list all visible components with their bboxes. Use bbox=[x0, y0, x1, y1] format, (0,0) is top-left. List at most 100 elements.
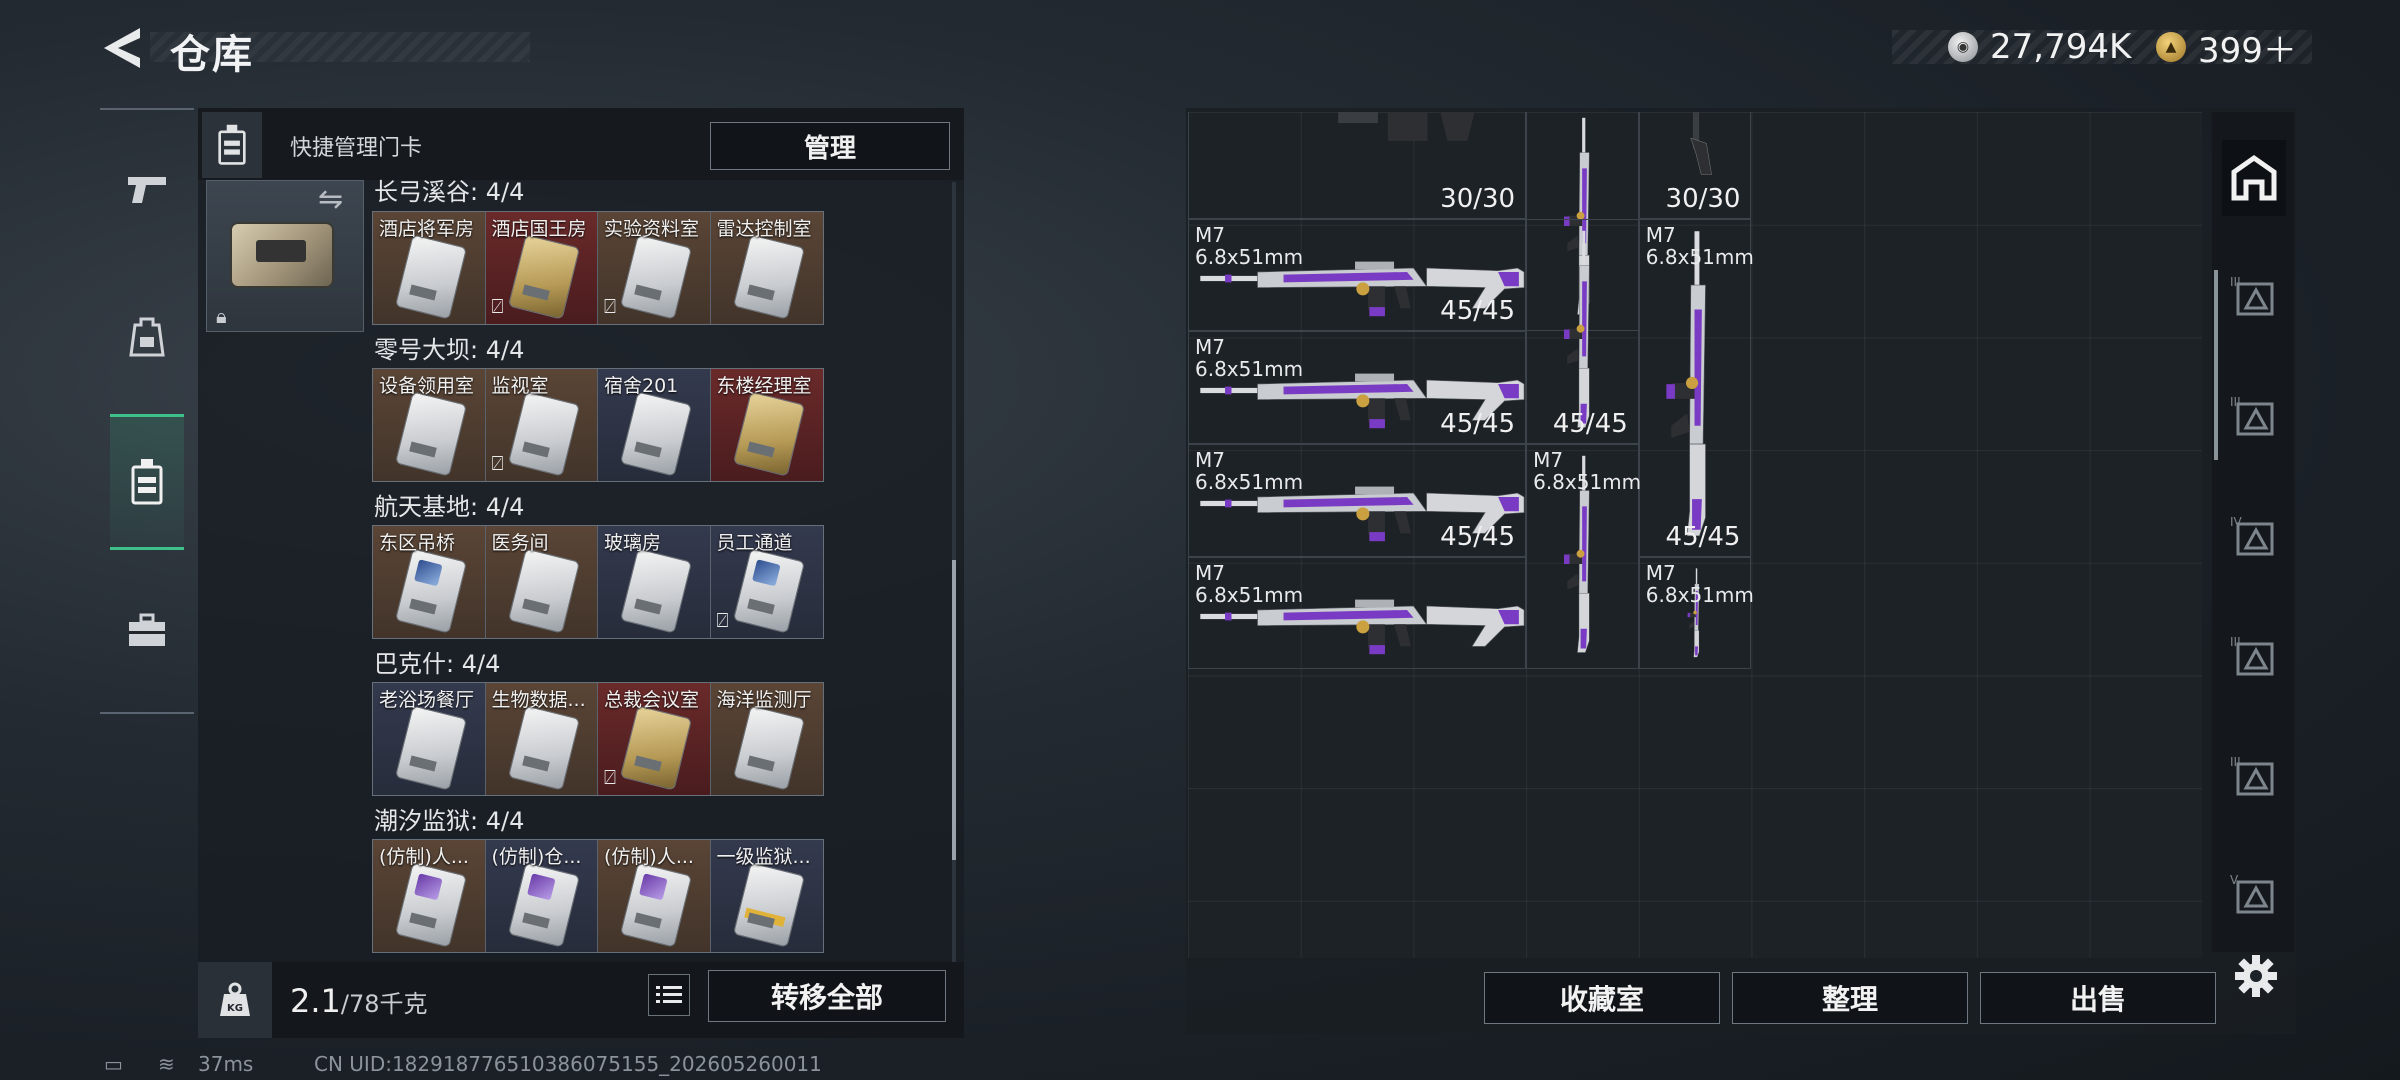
weight-readout: 2.1/78千克 bbox=[290, 982, 428, 1020]
stash-item[interactable]: M7 6.8x51mm 45/45 bbox=[1188, 218, 1527, 332]
rifle-stock-image bbox=[1690, 112, 1713, 175]
keycard-name: 员工通道 bbox=[716, 532, 793, 554]
list-icon bbox=[656, 986, 682, 1003]
keycard-slot[interactable]: 监视室 ⍁ bbox=[485, 369, 598, 481]
keycard-slot[interactable]: 玻璃房 bbox=[598, 526, 711, 638]
stash-item[interactable]: M7 6.8x51mm bbox=[1638, 556, 1754, 670]
sort-button[interactable]: 整理 bbox=[1732, 972, 1968, 1024]
keycard-name: 宿舍201 bbox=[604, 375, 679, 397]
manage-button[interactable]: 管理 bbox=[710, 122, 950, 170]
gold-currency-value: 399＋ bbox=[2198, 30, 2297, 71]
keycard-slot[interactable]: 一级监狱... bbox=[710, 840, 823, 952]
settings-gear-icon[interactable] bbox=[2232, 952, 2280, 1000]
keycard-image bbox=[732, 234, 805, 320]
keycard-slot[interactable]: 雷达控制室 bbox=[710, 212, 823, 324]
keycard-slot[interactable]: 老浴场餐厅 bbox=[373, 683, 486, 795]
keycard-image bbox=[732, 548, 805, 634]
unlinked-icon: ⍁ bbox=[716, 608, 729, 632]
tier-3-armor-icon: III bbox=[2230, 275, 2274, 316]
keycard-image bbox=[619, 862, 693, 948]
stash-item[interactable]: 45/45 bbox=[1526, 218, 1639, 445]
rifle-partial-image bbox=[1338, 112, 1475, 141]
transfer-all-button[interactable]: 转移全部 bbox=[708, 970, 946, 1022]
nav-backpack[interactable] bbox=[110, 290, 184, 384]
keycard-row: 东区吊桥 医务间 玻璃房 员工通道 ⍁ bbox=[372, 525, 824, 639]
list-view-button[interactable] bbox=[648, 974, 690, 1016]
unlinked-icon: ⍁ bbox=[604, 765, 616, 789]
silver-currency-value: 27,794K bbox=[1990, 27, 2132, 67]
keycard-image bbox=[619, 705, 693, 791]
ammo-count: 30/30 bbox=[1440, 183, 1516, 214]
keycard-slot[interactable]: (仿制)人... bbox=[373, 840, 486, 952]
page-title: 仓库 bbox=[170, 32, 254, 78]
lock-icon: 🔒︎ bbox=[216, 304, 227, 328]
stash-item[interactable]: M7 6.8x51mm 45/45 bbox=[1188, 444, 1527, 557]
category-tab[interactable]: III bbox=[2222, 738, 2286, 814]
nav-briefcase[interactable] bbox=[110, 584, 184, 678]
keycard-slot[interactable]: 海洋监测厅 bbox=[710, 683, 823, 795]
weight-icon: KG bbox=[198, 962, 272, 1038]
tier-4-vest-icon: IV bbox=[2230, 515, 2274, 556]
keycard-slot[interactable]: 东区吊桥 bbox=[373, 526, 486, 638]
ammo-count: 30/30 bbox=[1665, 183, 1741, 214]
rifle-image bbox=[1666, 230, 1706, 536]
keycard-slot[interactable]: (仿制)人... bbox=[598, 840, 711, 952]
keycard-holder-chip bbox=[256, 240, 306, 262]
keycard-slot[interactable]: 医务间 bbox=[485, 526, 598, 638]
category-tab[interactable]: IV bbox=[2222, 498, 2286, 574]
stash-item[interactable]: M7 6.8x51mm 45/45 bbox=[1188, 331, 1527, 445]
keycard-name: (仿制)人... bbox=[379, 846, 469, 868]
scrollbar-thumb[interactable] bbox=[952, 560, 956, 860]
back-arrow-icon[interactable] bbox=[100, 24, 146, 72]
keycard-name: (仿制)人... bbox=[604, 846, 694, 868]
keycard-slot[interactable]: (仿制)仓... bbox=[485, 840, 598, 952]
keycard-slot[interactable]: 东楼经理室 bbox=[710, 369, 823, 481]
keycard-name: (仿制)仓... bbox=[491, 846, 582, 868]
stash-item[interactable]: M7 6.8x51mm 45/45 bbox=[1638, 218, 1754, 557]
keycard-image bbox=[394, 391, 468, 477]
stash-item[interactable]: M7 6.8x51mm bbox=[1188, 556, 1527, 670]
ammo-count: 45/45 bbox=[1440, 521, 1516, 552]
keycard-image bbox=[507, 391, 580, 477]
keycard-name: 监视室 bbox=[491, 375, 549, 397]
category-tab[interactable]: V bbox=[2222, 856, 2286, 932]
stash-item[interactable]: M7 6.8x51mm bbox=[1526, 444, 1642, 670]
sell-button[interactable]: 出售 bbox=[1980, 972, 2216, 1024]
category-tab[interactable] bbox=[2222, 140, 2286, 216]
keycard-name: 酒店将军房 bbox=[379, 218, 475, 240]
item-label: M7 6.8x51mm bbox=[1533, 448, 1642, 495]
stash-item[interactable]: 30/30 bbox=[1638, 112, 1752, 219]
silver-currency[interactable]: ◉ 27,794K bbox=[1948, 24, 2131, 70]
category-tab[interactable]: III bbox=[2222, 258, 2286, 334]
category-tab[interactable]: III bbox=[2222, 378, 2286, 454]
ammo-count: 45/45 bbox=[1440, 409, 1516, 440]
tier-5-item-icon: V bbox=[2230, 873, 2274, 914]
nav-weapons[interactable] bbox=[110, 142, 184, 236]
keycard-slot[interactable]: 实验资料室 ⍁ bbox=[598, 212, 711, 324]
category-scrollbar[interactable] bbox=[2214, 270, 2218, 460]
keycard-slot[interactable]: 设备领用室 bbox=[373, 369, 486, 481]
stash-item[interactable]: 30/30 bbox=[1188, 112, 1527, 219]
tier-3-rig-icon: III bbox=[2230, 635, 2274, 676]
briefcase-icon bbox=[129, 613, 165, 646]
keycard-name: 设备领用室 bbox=[379, 375, 475, 397]
keycard-name: 医务间 bbox=[491, 532, 549, 554]
keycard-slot[interactable]: 员工通道 ⍁ bbox=[710, 526, 823, 638]
keycard-slot[interactable]: 宿舍201 bbox=[598, 369, 711, 481]
keycard-slot[interactable]: 生物数据... bbox=[485, 683, 598, 795]
swap-icon[interactable]: ⇋ bbox=[318, 182, 343, 217]
item-label: M7 6.8x51mm bbox=[1195, 448, 1304, 495]
collection-room-button[interactable]: 收藏室 bbox=[1484, 972, 1720, 1024]
unlinked-icon: ⍁ bbox=[604, 294, 616, 318]
keycard-row: 老浴场餐厅 生物数据... 总裁会议室 ⍁ 海洋监测厅 bbox=[372, 682, 824, 796]
keycard-slot[interactable]: 总裁会议室 ⍁ bbox=[598, 683, 711, 795]
keycard-slot[interactable]: 酒店国王房 ⍁ bbox=[485, 212, 598, 324]
svg-text:KG: KG bbox=[227, 1003, 243, 1014]
keycard-slot[interactable]: 酒店将军房 bbox=[373, 212, 486, 324]
nav-keycard-holder[interactable] bbox=[110, 414, 184, 550]
gold-currency[interactable]: ▲ 399＋ bbox=[2156, 24, 2297, 71]
weight-value: 2.1 bbox=[290, 982, 341, 1020]
category-tab[interactable]: III bbox=[2222, 618, 2286, 694]
keycard-name: 东区吊桥 bbox=[379, 532, 456, 554]
keycard-name: 酒店国王房 bbox=[491, 218, 587, 240]
